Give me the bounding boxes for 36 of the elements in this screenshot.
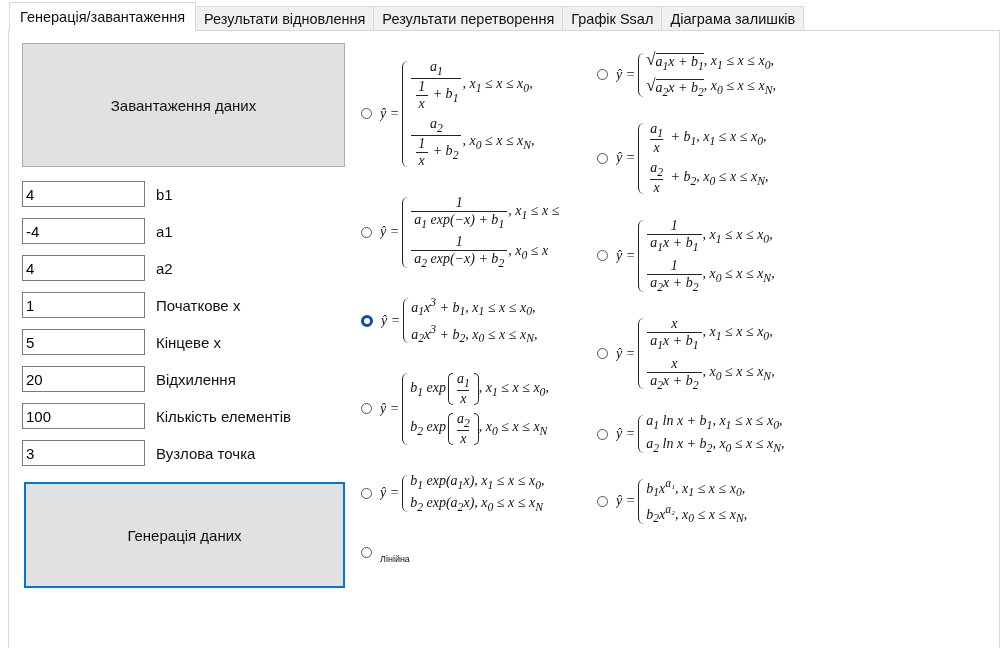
field-label: Кількість елементів [156,407,291,425]
input-field[interactable]: -4 [22,218,145,244]
radio-button[interactable] [597,250,608,262]
field-label: a2 [156,259,173,277]
radio-button[interactable] [361,314,373,327]
tab[interactable]: Результати відновлення [195,6,375,30]
radio-button[interactable] [597,348,608,360]
tab[interactable]: Діаграма залишків [661,6,805,30]
field-label: Початкове x [156,296,241,314]
radio-button[interactable] [597,69,608,81]
input-field[interactable]: 100 [22,403,145,429]
radio-button[interactable] [361,546,372,558]
input-field[interactable]: 20 [22,366,145,392]
tab[interactable]: Результати перетворення [373,6,564,30]
tab[interactable]: Графік Ssал [562,6,663,30]
radio-button[interactable] [361,108,372,120]
radio-button[interactable] [361,403,372,415]
input-field[interactable]: 4 [22,181,145,207]
field-label: a1 [156,222,173,240]
field-label: Відхилення [156,370,236,388]
tab[interactable]: Генерація/завантаження [9,2,197,31]
input-field[interactable]: 5 [22,329,145,355]
input-field[interactable]: 1 [22,292,145,318]
radio-button[interactable] [597,495,608,507]
input-field[interactable]: 4 [22,255,145,281]
radio-button[interactable] [361,488,372,499]
field-label: Кінцеве x [156,333,221,351]
radio-button[interactable] [361,226,372,238]
load-data-button[interactable]: Завантаження даних [22,43,345,167]
field-label: b1 [156,185,173,203]
radio-label[interactable]: Лінійна [380,554,410,565]
radio-button[interactable] [597,428,608,440]
field-label: Вузлова точка [156,444,256,462]
generate-data-button[interactable]: Генерація даних [24,482,345,588]
radio-button[interactable] [597,152,608,164]
input-field[interactable]: 3 [22,440,145,466]
